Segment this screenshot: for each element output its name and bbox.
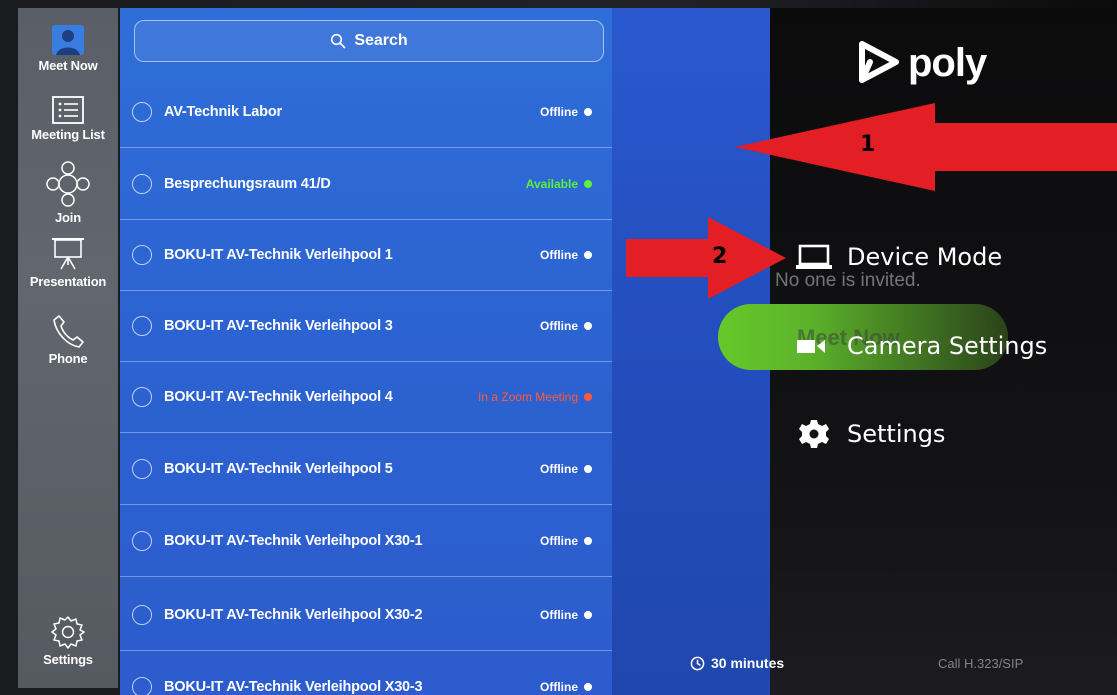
room-name: AV-Technik Labor [164, 103, 282, 120]
status-text: Offline [540, 247, 578, 262]
status-dot [584, 321, 592, 330]
room-name: BOKU-IT AV-Technik Verleihpool X30-1 [164, 532, 423, 549]
status-dot [584, 250, 592, 259]
status-text: Offline [540, 607, 578, 622]
status-text: In a Zoom Meeting [477, 389, 578, 404]
search-label: Search [354, 32, 408, 49]
nav-label: Meet Now [38, 58, 98, 73]
room-radio[interactable] [132, 173, 152, 194]
status-text: Offline [540, 533, 578, 548]
status-dot [584, 179, 592, 188]
nav-settings[interactable]: Settings [18, 614, 118, 667]
room-name: Besprechungsraum 41/D [164, 175, 331, 192]
join-icon [46, 161, 90, 207]
room-status: Offline [540, 680, 592, 694]
nav-label: Join [55, 210, 81, 225]
nav-join[interactable]: Join [18, 160, 118, 225]
room-name: BOKU-IT AV-Technik Verleihpool 4 [164, 388, 393, 405]
room-status: Offline [540, 105, 592, 119]
nav-phone[interactable]: Phone [18, 313, 118, 366]
room-status: Available [526, 177, 592, 191]
nav-label: Meeting List [31, 127, 105, 142]
camera-settings-item[interactable]: Camera Settings [795, 332, 1047, 360]
meet-now-icon [52, 25, 84, 55]
room-status: Offline [540, 319, 592, 333]
room-radio[interactable] [132, 101, 152, 122]
room-name: BOKU-IT AV-Technik Verleihpool 3 [164, 317, 393, 334]
status-dot [584, 464, 592, 473]
phone-icon [53, 315, 84, 348]
status-dot [584, 392, 592, 401]
menu-label: Device Mode [847, 243, 1003, 271]
room-radio[interactable] [132, 315, 152, 336]
room-status: Offline [540, 248, 592, 262]
room-row[interactable]: BOKU-IT AV-Technik Verleihpool 5 Offline [120, 433, 612, 505]
room-row[interactable]: BOKU-IT AV-Technik Verleihpool X30-1 Off… [120, 505, 612, 577]
nav-label: Presentation [29, 274, 107, 289]
room-name: BOKU-IT AV-Technik Verleihpool X30-3 [164, 679, 423, 695]
status-text: Offline [540, 104, 578, 119]
clock-icon [690, 656, 705, 670]
room-radio[interactable] [132, 604, 152, 625]
invite-text: No one is invited. [775, 270, 921, 291]
room-name: BOKU-IT AV-Technik Verleihpool X30-2 [164, 606, 423, 623]
room-row[interactable]: AV-Technik Labor Offline [120, 76, 612, 148]
menu-label: Settings [847, 420, 946, 448]
room-radio[interactable] [132, 677, 152, 695]
settings-item[interactable]: Settings [795, 418, 945, 450]
left-nav: Meet Now Meeting List Join Presentation [18, 8, 118, 688]
search-input[interactable]: Search [134, 20, 604, 62]
annotation-label-1: 1 [860, 132, 876, 157]
gear-icon [799, 420, 829, 448]
brand-name: poly [908, 40, 987, 85]
status-text: Available [525, 176, 578, 191]
nav-label: Phone [48, 351, 88, 366]
status-dot [584, 683, 592, 691]
duration-text: 30 minutes [711, 655, 785, 671]
call-type: Call H.323/SIP [938, 656, 1024, 671]
room-status: Offline [540, 462, 592, 476]
room-row[interactable]: BOKU-IT AV-Technik Verleihpool X30-3 Off… [120, 651, 612, 695]
camera-icon [797, 340, 825, 353]
presentation-icon [52, 238, 84, 270]
status-text: Offline [540, 318, 578, 333]
room-row[interactable]: Besprechungsraum 41/D Available [120, 148, 612, 220]
meeting-list-icon [52, 96, 84, 124]
room-radio[interactable] [132, 458, 152, 479]
room-row[interactable]: BOKU-IT AV-Technik Verleihpool X30-2 Off… [120, 579, 612, 651]
nav-label: Settings [43, 652, 93, 667]
annotation-arrow-1 [735, 103, 1117, 191]
nav-presentation[interactable]: Presentation [18, 236, 118, 289]
status-text: Offline [540, 680, 578, 694]
nav-meet-now[interactable]: Meet Now [18, 24, 118, 73]
settings-gear-icon [51, 616, 85, 649]
status-dot [584, 536, 592, 545]
room-status: Offline [540, 608, 592, 622]
room-row[interactable]: BOKU-IT AV-Technik Verleihpool 4 In a Zo… [120, 361, 612, 433]
device-mode-item[interactable]: Device Mode [795, 243, 1002, 271]
nav-meeting-list[interactable]: Meeting List [18, 95, 118, 142]
room-name: BOKU-IT AV-Technik Verleihpool 1 [164, 246, 393, 263]
meeting-duration: 30 minutes [690, 655, 784, 671]
status-text: Offline [540, 461, 578, 476]
status-dot [584, 107, 592, 116]
poly-logo: poly [856, 40, 987, 86]
room-status: Offline [540, 534, 592, 548]
room-radio[interactable] [132, 244, 152, 265]
search-icon [331, 33, 346, 49]
room-status: In a Zoom Meeting [478, 390, 592, 404]
meeting-room-list: Search AV-Technik Labor Offline Besprech… [120, 8, 612, 695]
poly-logo-icon [859, 41, 899, 83]
room-radio[interactable] [132, 530, 152, 551]
laptop-icon [796, 244, 832, 269]
room-name: BOKU-IT AV-Technik Verleihpool 5 [164, 460, 393, 477]
room-radio[interactable] [132, 386, 152, 407]
room-row[interactable]: BOKU-IT AV-Technik Verleihpool 1 Offline [120, 219, 612, 291]
room-row[interactable]: BOKU-IT AV-Technik Verleihpool 3 Offline [120, 290, 612, 362]
annotation-label-2: 2 [712, 244, 728, 269]
menu-label: Camera Settings [847, 332, 1048, 360]
status-dot [584, 610, 592, 619]
annotation-arrow-2 [626, 217, 786, 299]
